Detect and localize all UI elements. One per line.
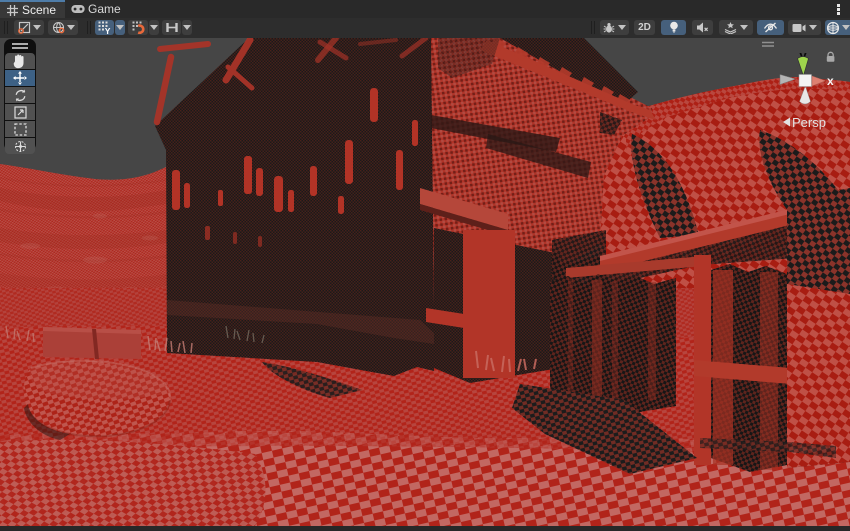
svg-text:x: x (827, 74, 834, 88)
svg-text:Y: Y (105, 26, 111, 34)
svg-text:Persp: Persp (792, 115, 826, 130)
